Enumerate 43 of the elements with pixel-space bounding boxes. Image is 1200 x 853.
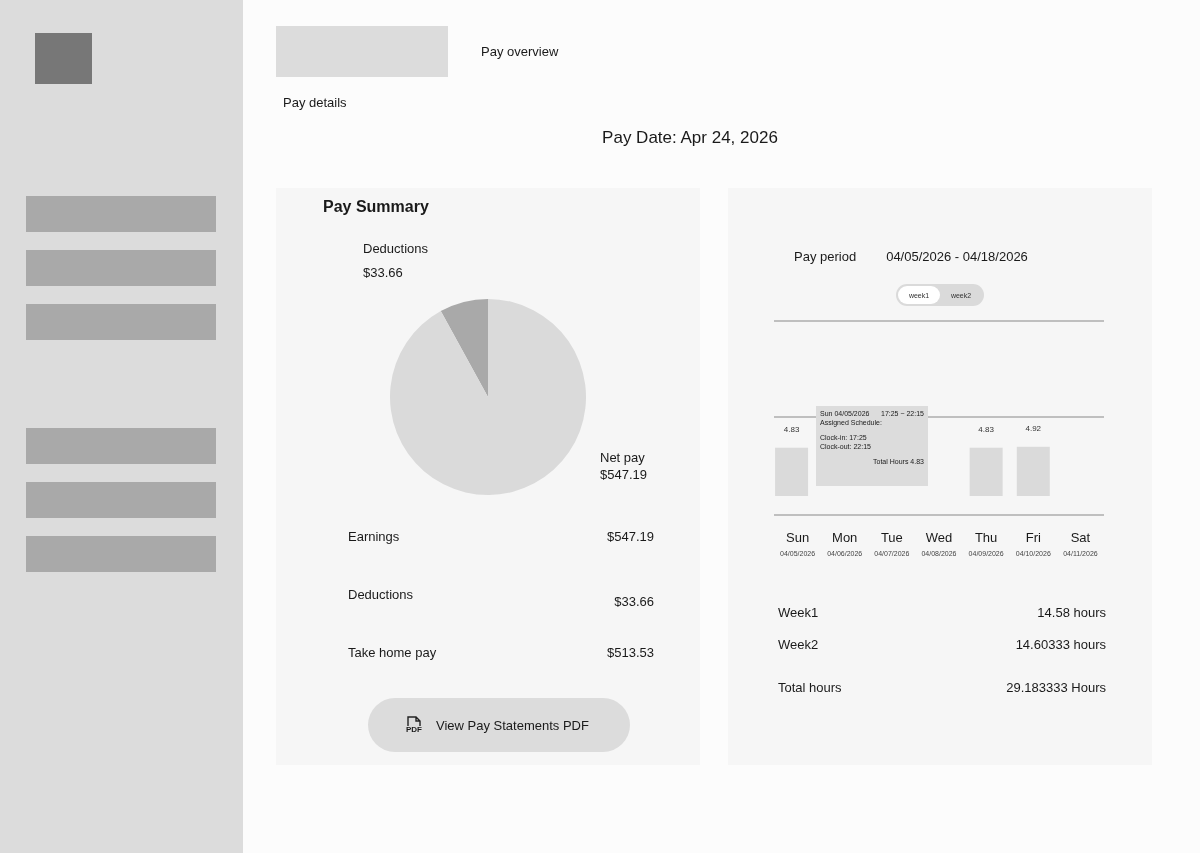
- row-label: Earnings: [348, 529, 400, 544]
- total-label: Week2: [778, 637, 819, 654]
- chart-value: $547.19: [600, 467, 647, 482]
- card-title: Pay Summary: [323, 198, 430, 216]
- day-label: Mon: [831, 530, 859, 545]
- view-pdf-button[interactable]: PDF View Pay Statements PDF: [368, 698, 630, 752]
- period-range: 04/05/2026 - 04/18/2026: [886, 249, 1028, 264]
- nav-item[interactable]: [26, 482, 216, 518]
- nav-item[interactable]: [26, 428, 216, 464]
- nav-item[interactable]: [26, 250, 216, 286]
- day-label: Tue: [879, 530, 904, 545]
- day-label: Sat: [1069, 530, 1092, 545]
- total-value: 14.60333 hours: [1015, 637, 1106, 654]
- day-label: Thu: [973, 530, 999, 545]
- nav-item[interactable]: [26, 304, 216, 340]
- nav-item[interactable]: [26, 196, 216, 232]
- bar: [1016, 446, 1050, 496]
- tab-link[interactable]: Pay overview: [481, 44, 559, 59]
- bar-value: 4.83: [978, 424, 994, 434]
- bar: [969, 447, 1003, 496]
- pay-date: Pay Date: Apr 24, 2026: [601, 128, 779, 148]
- row-value: $33.66: [614, 594, 654, 609]
- day-label: Wed: [924, 530, 954, 545]
- period-label: Pay period: [794, 249, 857, 264]
- nav-item[interactable]: [26, 536, 216, 572]
- row-label: Deductions: [348, 587, 414, 602]
- chart-label: Deductions: [363, 241, 429, 256]
- row-value: $547.19: [607, 529, 654, 544]
- row-value: $513.53: [607, 645, 654, 660]
- total-value: 14.58 hours: [1037, 605, 1106, 622]
- row-label: Take home pay: [348, 645, 437, 660]
- day-label: Sun: [785, 530, 811, 545]
- day-label: Fri: [1024, 530, 1042, 545]
- bar-value: 4.92: [1025, 423, 1042, 433]
- total-label: Total hours: [778, 680, 842, 697]
- chart-value: $33.66: [363, 265, 403, 280]
- chart-label: Net pay: [600, 450, 645, 465]
- bar: [775, 447, 809, 496]
- tab-link[interactable]: Pay details: [283, 95, 347, 110]
- bar-value: 4.83: [783, 424, 800, 434]
- total-value: 29.183333 Hours: [1006, 680, 1106, 697]
- logo-placeholder: [35, 33, 92, 84]
- total-label: Week1: [778, 605, 819, 622]
